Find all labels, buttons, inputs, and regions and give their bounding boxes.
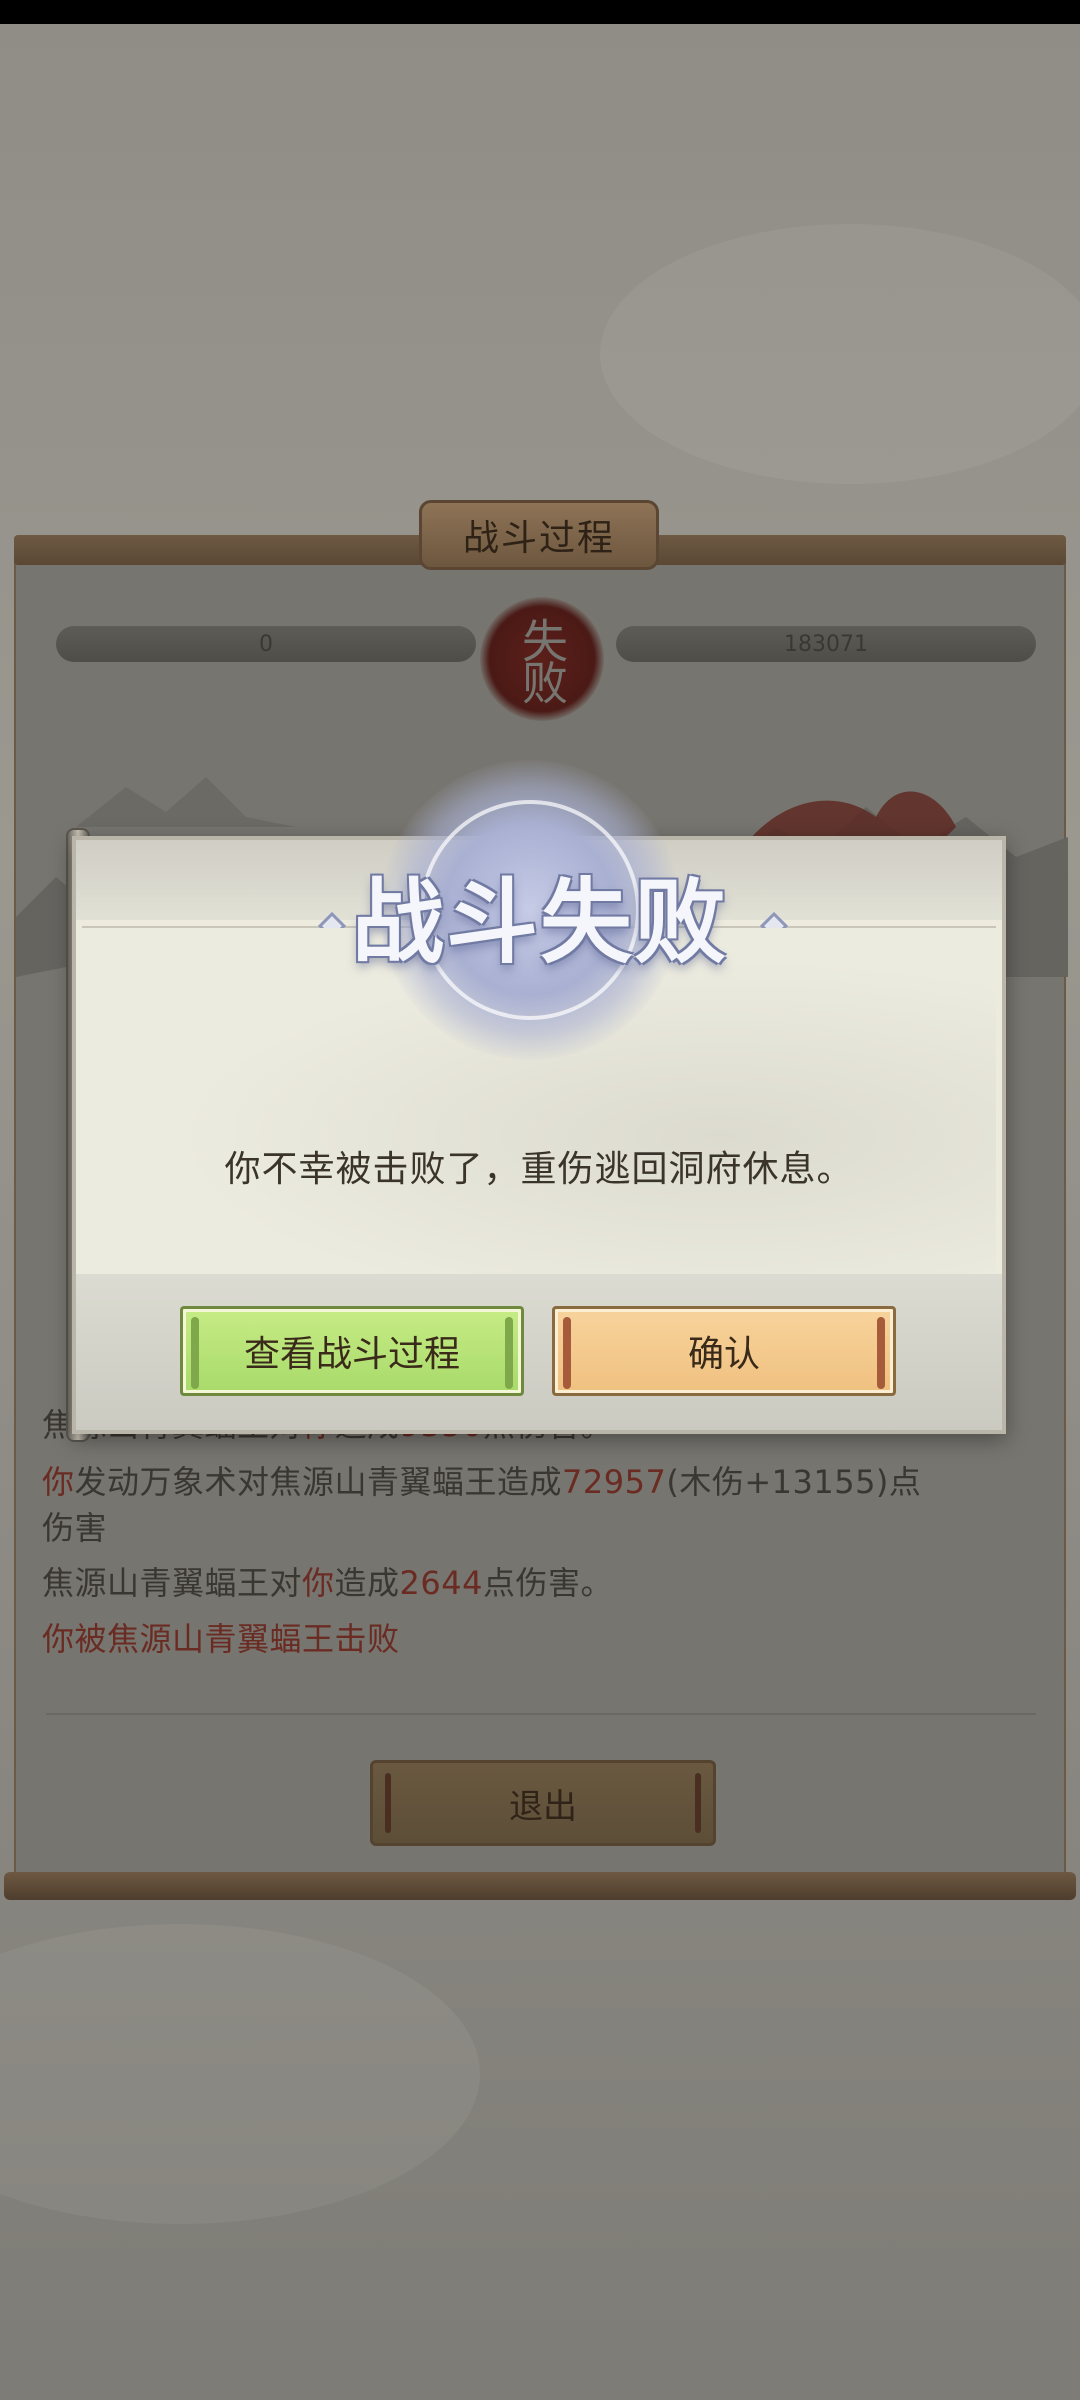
panel-title: 战斗过程: [462, 518, 615, 559]
enemy-hp-bar: 183071: [616, 626, 1036, 662]
log-text: 造成: [334, 1564, 400, 1602]
player-hp-value: 0: [259, 631, 273, 657]
battle-log-line: 伤害: [42, 1503, 107, 1549]
enemy-hp-value: 183071: [784, 631, 868, 657]
panel-frame-bottom: [4, 1872, 1076, 1900]
log-text: 伤害: [42, 1509, 108, 1547]
log-highlight-text: 你被焦源山青翼蝠王击败: [42, 1620, 400, 1658]
battle-log-line: 你被焦源山青翼蝠王击败: [42, 1614, 400, 1660]
battle-log-line: 你发动万象术对焦源山青翼蝠王造成72957(木伤+13155)点: [42, 1457, 921, 1503]
exit-button[interactable]: 退出: [370, 1760, 716, 1846]
status-bar: [0, 0, 1080, 24]
dialog-message: 你不幸被击败了，重伤逃回洞府休息。: [224, 1149, 854, 1190]
battle-log-line: 焦源山青翼蝠王对你造成2644点伤害。: [42, 1558, 613, 1604]
log-highlight-text: 72957: [562, 1463, 667, 1501]
panel-title-plate: 战斗过程: [419, 500, 659, 570]
log-text: 焦源山青翼蝠王对: [42, 1564, 303, 1602]
log-highlight-text: 你: [42, 1463, 75, 1501]
scroll-rod-right: [505, 1317, 513, 1389]
view-battle-process-label: 查看战斗过程: [243, 1334, 460, 1375]
log-text: (木伤+13155)点: [666, 1463, 922, 1501]
scroll-rod-left: [563, 1317, 571, 1389]
exit-button-label: 退出: [509, 1786, 577, 1827]
log-highlight-text: 你: [302, 1564, 335, 1602]
log-divider: [46, 1713, 1036, 1715]
view-battle-process-button[interactable]: 查看战斗过程: [180, 1306, 524, 1396]
confirm-button[interactable]: 确认: [552, 1306, 896, 1396]
scroll-rod-left: [191, 1317, 199, 1389]
scroll-rod-right: [877, 1317, 885, 1389]
log-highlight-text: 2644: [399, 1564, 483, 1602]
dialog-title: 战斗失败: [351, 868, 728, 976]
log-text: 发动万象术对焦源山青翼蝠王造成: [74, 1463, 563, 1501]
player-hp-bar: 0: [56, 626, 476, 662]
confirm-button-label: 确认: [687, 1334, 760, 1375]
log-text: 点伤害。: [482, 1564, 613, 1602]
